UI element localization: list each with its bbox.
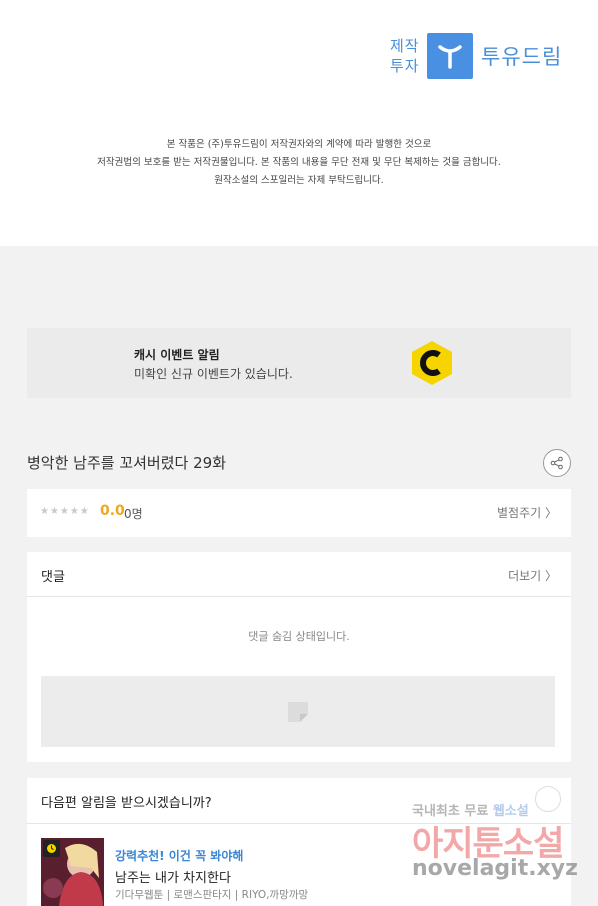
notice-line: 원작소설의 스포일러는 자제 부탁드립니다. bbox=[214, 175, 384, 186]
cash-event-title: 캐시 이벤트 알림 bbox=[134, 348, 220, 362]
share-button[interactable] bbox=[543, 449, 571, 477]
comments-title: 댓글 bbox=[41, 570, 65, 585]
producer-name: 투유드림 bbox=[481, 45, 563, 69]
recommended-work-title[interactable]: 남주는 내가 차지한다 bbox=[115, 867, 231, 886]
rating-card: ★★★★★ 0.0 0명 별점주기 〉 bbox=[27, 489, 571, 537]
comments-header: 댓글 더보기 〉 bbox=[27, 552, 571, 597]
comments-more-button[interactable]: 더보기 〉 bbox=[508, 567, 557, 584]
image-placeholder-icon bbox=[288, 701, 308, 722]
recommended-work-meta: 기다무웹툰 | 로맨스판타지 | RIYO,까망까망 bbox=[115, 889, 309, 901]
rating-stars: ★★★★★ bbox=[40, 506, 90, 517]
toyou-dream-logo-icon bbox=[427, 33, 473, 79]
cash-coin-icon bbox=[412, 341, 452, 385]
next-alert-header: 다음편 알림을 받으시겠습니까? bbox=[27, 778, 571, 824]
share-icon bbox=[550, 456, 563, 470]
rate-button[interactable]: 별점주기 〉 bbox=[497, 504, 557, 521]
publisher-notice-section: 제작 투자 투유드림 본 작품은 (주)투유드림이 저작권자와의 계약에 따라 … bbox=[0, 0, 598, 246]
bell-icon[interactable] bbox=[535, 786, 561, 812]
cash-event-banner[interactable]: 캐시 이벤트 알림 미확인 신규 이벤트가 있습니다. bbox=[27, 328, 571, 398]
wait-free-clock-icon bbox=[43, 840, 60, 857]
recommend-promo-text: 강력추천! 이건 꼭 봐야해 bbox=[115, 849, 244, 863]
notice-line: 본 작품은 (주)투유드림이 저작권자와의 계약에 따라 발행한 것으로 bbox=[166, 139, 432, 150]
recommended-thumbnail[interactable] bbox=[41, 838, 104, 906]
cash-event-description: 미확인 신규 이벤트가 있습니다. bbox=[134, 367, 293, 381]
episode-title: 병악한 남주를 꼬셔버렸다 29화 bbox=[27, 454, 226, 472]
next-alert-title: 다음편 알림을 받으시겠습니까? bbox=[41, 796, 212, 811]
comments-hidden-message: 댓글 숨김 상태입니다. bbox=[248, 630, 350, 643]
next-episode-alert-card: 다음편 알림을 받으시겠습니까? 강력추천! 이건 꼭 봐야해 남주는 내가 차… bbox=[27, 778, 571, 906]
producer-label: 제작 투자 bbox=[390, 37, 420, 75]
rating-score: 0.0 bbox=[100, 503, 125, 519]
ad-placeholder[interactable] bbox=[41, 676, 555, 747]
copyright-notice: 본 작품은 (주)투유드림이 저작권자와의 계약에 따라 발행한 것으로 저작권… bbox=[0, 136, 598, 190]
rating-count: 0명 bbox=[124, 507, 143, 521]
notice-line: 저작권법의 보호를 받는 저작권물입니다. 본 작품의 내용을 무단 전재 및 … bbox=[97, 157, 501, 168]
producer-logo: 제작 투자 투유드림 bbox=[390, 33, 562, 79]
comments-card: 댓글 더보기 〉 댓글 숨김 상태입니다. bbox=[27, 552, 571, 762]
